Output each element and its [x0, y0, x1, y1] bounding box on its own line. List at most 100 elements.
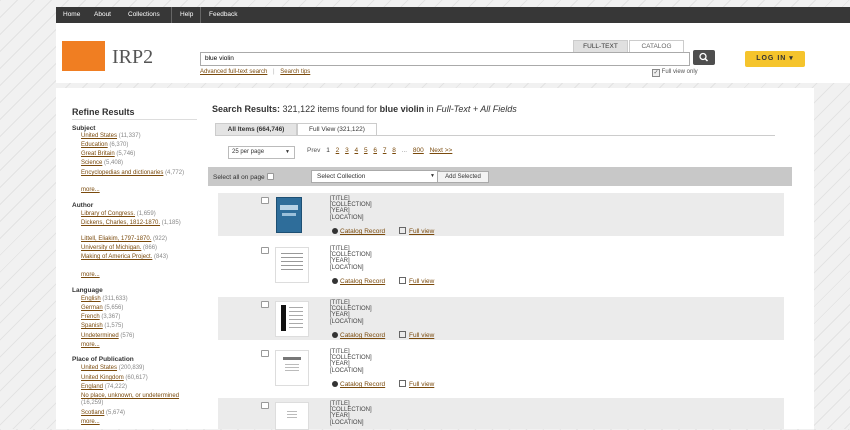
facet-heading-place: Place of Publication [72, 356, 134, 363]
divider [297, 135, 775, 136]
pager-link[interactable]: 2 [336, 147, 340, 154]
full-view-link[interactable]: Full view [409, 228, 434, 235]
facet-link[interactable]: Spanish [81, 323, 103, 329]
facet-link[interactable]: French [81, 314, 100, 320]
facet-item: Education (6,370) [81, 142, 197, 149]
facet-link[interactable]: University of Michigan. [81, 245, 141, 251]
nav-about[interactable]: About [94, 11, 111, 18]
nav-collections[interactable]: Collections [128, 11, 160, 18]
facet-link[interactable]: Library of Congress. [81, 211, 135, 217]
cover-label [280, 205, 298, 210]
logo-mark[interactable] [62, 41, 105, 71]
pager-link[interactable]: 8 [392, 147, 396, 154]
checkbox-checked-icon[interactable]: ✓ [652, 69, 660, 77]
advanced-search-link[interactable]: Advanced full-text search [200, 69, 267, 75]
catalog-record-link[interactable]: Catalog Record [340, 228, 385, 235]
facet-link[interactable]: Scotland [81, 410, 104, 416]
pager-next[interactable]: Next >> [430, 147, 453, 154]
tab-all-items[interactable]: All Items (664,746) [215, 123, 297, 136]
catalog-record-link[interactable]: Catalog Record [340, 332, 385, 339]
facet-link[interactable]: Encyclopedias and dictionaries [81, 170, 163, 176]
nav-help[interactable]: Help [180, 11, 193, 18]
search-input[interactable] [201, 53, 679, 64]
result-checkbox[interactable] [261, 402, 269, 409]
more-link[interactable]: more... [81, 419, 100, 425]
search-button[interactable] [693, 50, 715, 65]
select-all[interactable]: Select all on page [213, 173, 274, 181]
results-heading: Search Results: 321,122 items found for … [212, 104, 517, 114]
facet-link[interactable]: Undetermined [81, 333, 119, 339]
facet-link[interactable]: Making of America Project. [81, 254, 152, 260]
facet-link[interactable]: Dickens, Charles, 1812-1870. [81, 220, 160, 226]
search-box [200, 52, 690, 66]
nav-feedback[interactable]: Feedback [209, 11, 238, 18]
result-checkbox[interactable] [261, 197, 269, 204]
catalog-record-link[interactable]: Catalog Record [340, 278, 385, 285]
search-tips-link[interactable]: Search tips [280, 69, 310, 75]
pager-link[interactable]: 3 [345, 147, 349, 154]
result-thumbnail[interactable] [275, 301, 309, 337]
facet-link[interactable]: Great Britain [81, 151, 115, 157]
meta-location: [LOCATION] [330, 419, 364, 426]
result-links: Catalog Record Full view [332, 331, 434, 339]
more-link[interactable]: more... [81, 272, 100, 278]
refine-title: Refine Results [72, 107, 135, 117]
facet-link[interactable]: Education [81, 142, 108, 148]
page-content [287, 411, 297, 419]
result-checkbox[interactable] [261, 350, 269, 357]
facet-link[interactable]: United States [81, 365, 117, 371]
facet-link[interactable]: English [81, 296, 101, 302]
result-thumbnail[interactable] [275, 247, 309, 283]
logo-text[interactable]: IRP2 [112, 46, 153, 69]
facet-item: Dickens, Charles, 1812-1870. (1,185) [81, 220, 197, 227]
pager-prev: Prev [307, 147, 321, 154]
facet-link[interactable]: Littell, Eliakim, 1797-1870. [81, 236, 151, 242]
add-selected-button[interactable]: Add Selected [437, 171, 489, 183]
meta-location: [LOCATION] [330, 264, 364, 271]
login-button[interactable]: LOG IN ▾ [745, 51, 805, 67]
facet-item: Scotland (5,674) [81, 410, 197, 417]
result-thumbnail[interactable] [276, 197, 302, 233]
facet-link[interactable]: England [81, 384, 103, 390]
pager-link[interactable]: 4 [355, 147, 359, 154]
pager-link[interactable]: 5 [364, 147, 368, 154]
result-thumbnail[interactable] [275, 402, 309, 430]
nav-home[interactable]: Home [63, 11, 80, 18]
facet-count: (5,674) [106, 410, 126, 416]
more-link[interactable]: more... [81, 187, 100, 193]
full-view-link[interactable]: Full view [409, 381, 434, 388]
page-heading [283, 357, 301, 360]
facet-heading-author: Author [72, 202, 94, 209]
info-icon [332, 332, 338, 338]
facet-item: Great Britain (5,746) [81, 151, 197, 158]
facet-link[interactable]: German [81, 305, 103, 311]
result-thumbnail[interactable] [275, 350, 309, 386]
result-item: [TITLE] [COLLECTION] [YEAR] [LOCATION] [218, 398, 784, 430]
result-checkbox[interactable] [261, 301, 269, 308]
full-view-link[interactable]: Full view [409, 278, 434, 285]
per-page-select[interactable]: 25 per page ▼ [228, 146, 295, 159]
facet-count: (200,839) [118, 365, 145, 371]
pager-link[interactable]: 7 [383, 147, 387, 154]
top-nav-bar: Home About Collections Help Feedback [56, 7, 850, 23]
selection-bar [208, 167, 792, 186]
results-query: blue violin [379, 104, 425, 114]
full-view-only-option[interactable]: ✓ Full view only [652, 69, 698, 77]
full-view-link[interactable]: Full view [409, 332, 434, 339]
facet-link[interactable]: Science [81, 160, 102, 166]
more-link[interactable]: more... [81, 342, 100, 348]
facet-item: Making of America Project. (843) [81, 254, 197, 261]
result-checkbox[interactable] [261, 247, 269, 254]
pager-link[interactable]: 6 [373, 147, 377, 154]
select-all-label: Select all on page [213, 174, 265, 181]
select-all-checkbox[interactable] [266, 173, 274, 180]
divider [72, 119, 197, 120]
pager-last[interactable]: 800 [413, 147, 424, 154]
select-collection-dropdown[interactable]: Select Collection ▼ [311, 170, 440, 183]
result-links: Catalog Record Full view [332, 380, 434, 388]
facet-link[interactable]: No place, unknown, or undetermined [81, 393, 179, 399]
catalog-record-link[interactable]: Catalog Record [340, 381, 385, 388]
facet-link[interactable]: United States [81, 133, 117, 139]
facet-link[interactable]: United Kingdom [81, 375, 124, 381]
facet-item: German (5,656) [81, 305, 197, 312]
